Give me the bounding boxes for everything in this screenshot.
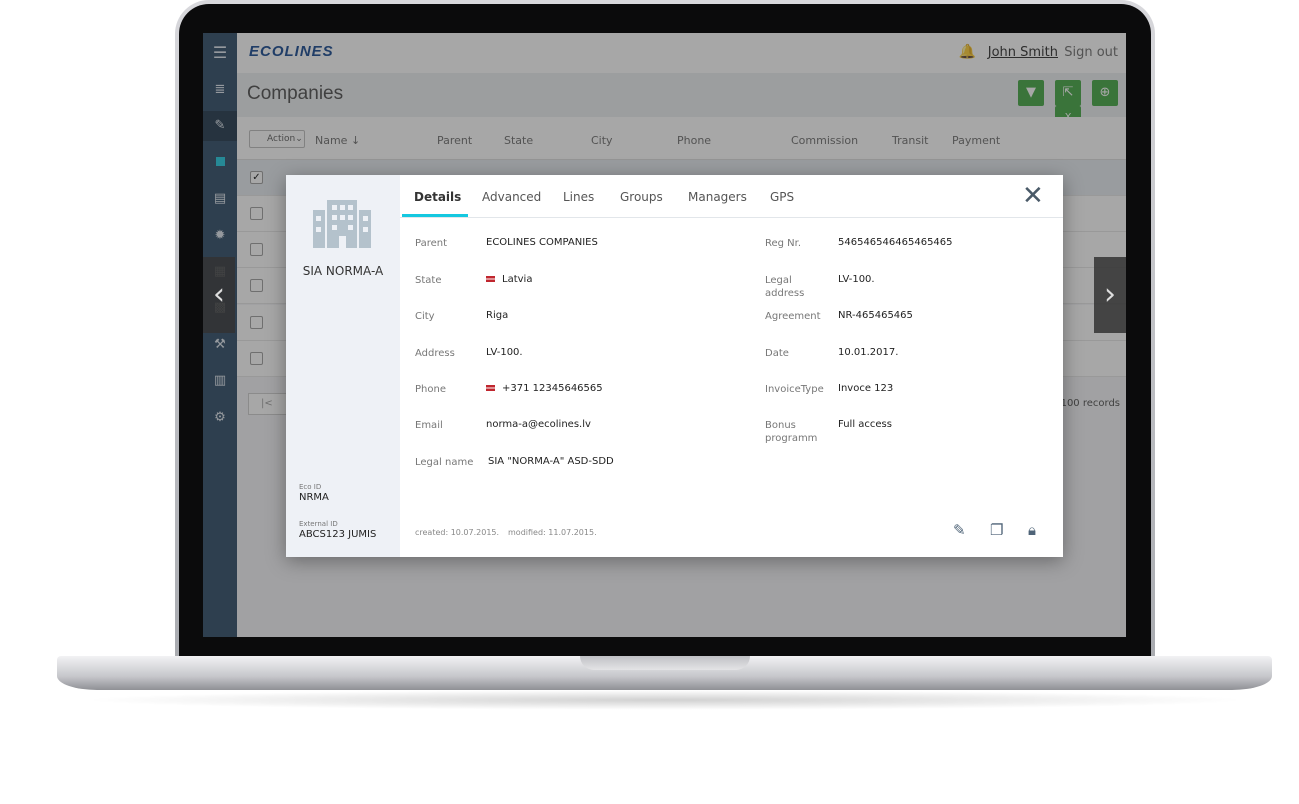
active-tab-indicator	[402, 214, 468, 217]
field-label: Bonus programm	[765, 420, 818, 444]
created-date: created: 10.07.2015.	[415, 528, 500, 537]
laptop-notch	[580, 656, 750, 670]
field-agreement: NR-465465465	[838, 310, 913, 321]
field-label: City	[415, 311, 435, 322]
field-label: Agreement	[765, 311, 821, 322]
company-modal: SIA NORMA-A Eco ID NRMA External ID ABCS…	[286, 175, 1063, 557]
lock-icon[interactable]: 🔒︎	[1028, 521, 1036, 539]
eco-id-value: NRMA	[299, 492, 329, 503]
field-label: InvoiceType	[765, 384, 824, 395]
tab-advanced[interactable]: Advanced	[482, 190, 541, 204]
laptop-shadow	[80, 690, 1250, 710]
field-label: Address	[415, 348, 455, 359]
latvia-flag-icon	[486, 276, 495, 282]
field-state: Latvia	[486, 274, 532, 285]
company-name: SIA NORMA-A	[302, 264, 384, 278]
field-label: Phone	[415, 384, 446, 395]
field-label: Date	[765, 348, 789, 359]
field-invoice-type: Invoce 123	[838, 383, 894, 394]
field-city: Riga	[486, 310, 509, 321]
tab-managers[interactable]: Managers	[688, 190, 747, 204]
field-date: 10.01.2017.	[838, 347, 899, 358]
copy-icon[interactable]: ❐	[990, 521, 1003, 539]
next-arrow-icon[interactable]: ›	[1094, 257, 1126, 333]
tab-groups[interactable]: Groups	[620, 190, 663, 204]
tab-details[interactable]: Details	[414, 190, 461, 204]
field-phone: +371 12345646565	[486, 383, 603, 394]
external-id-label: External ID	[299, 520, 338, 528]
tab-lines[interactable]: Lines	[563, 190, 594, 204]
modal-tabs: Details Advanced Lines Groups Managers G…	[400, 175, 1063, 218]
close-icon[interactable]: ✕	[1022, 181, 1044, 211]
external-id-value: ABCS123 JUMIS	[299, 529, 377, 540]
edit-icon[interactable]: ✎	[953, 521, 966, 539]
modal-sidebar: SIA NORMA-A Eco ID NRMA External ID ABCS…	[286, 175, 400, 557]
eco-id-label: Eco ID	[299, 483, 322, 491]
field-address: LV-100.	[486, 347, 523, 358]
field-label: Legal address	[765, 275, 805, 299]
latvia-flag-icon	[486, 385, 495, 391]
field-label: Legal name	[415, 457, 474, 468]
tab-gps[interactable]: GPS	[770, 190, 794, 204]
building-icon	[313, 200, 371, 248]
field-parent: ECOLINES COMPANIES	[486, 237, 598, 248]
field-label: Reg Nr.	[765, 238, 802, 249]
prev-arrow-icon[interactable]: ‹	[203, 257, 235, 333]
field-email[interactable]: norma-a@ecolines.lv	[486, 419, 591, 430]
field-reg-nr: 546546546465465465	[838, 237, 953, 248]
field-label: State	[415, 275, 442, 286]
field-legal-address: LV-100.	[838, 274, 875, 285]
field-label: Parent	[415, 238, 448, 249]
modified-date: modified: 11.07.2015.	[508, 528, 597, 537]
field-label: Email	[415, 420, 443, 431]
field-legal-name: SIA "NORMA-A" ASD-SDD	[488, 456, 614, 467]
field-bonus: Full access	[838, 419, 892, 430]
